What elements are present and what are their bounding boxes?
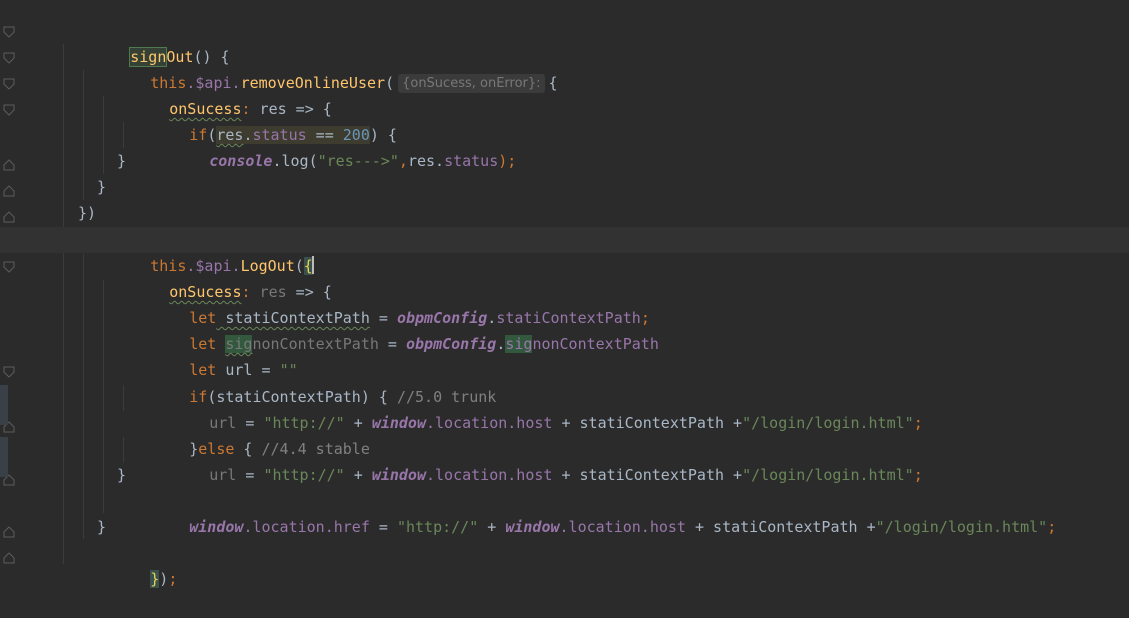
code-line[interactable]: signOut() {: [0, 18, 1129, 67]
token: ;: [168, 570, 178, 588]
code-line[interactable]: onSucess: res => {: [0, 70, 1129, 118]
code-line[interactable]: }else { //4.4 stable: [0, 410, 1129, 458]
code-line[interactable]: }: [0, 148, 1129, 174]
token: }: [117, 466, 127, 484]
code-line[interactable]: if(statiContextPath) { //5.0 trunk: [0, 358, 1129, 406]
code-line[interactable]: let statiContextPath = obpmConfig.statiC…: [0, 279, 1129, 327]
code-line[interactable]: this.$api.removeOnlineUser({onSucess, on…: [0, 44, 1129, 93]
code-line[interactable]: });: [0, 540, 1129, 588]
code-line[interactable]: }: [0, 462, 1129, 488]
token: }): [78, 204, 97, 222]
code-line[interactable]: console.log("res--->",res.status);: [0, 122, 1129, 170]
token: }: [117, 152, 127, 170]
matched-brace: }: [150, 570, 160, 588]
code-line[interactable]: onSucess: res => {: [0, 253, 1129, 301]
code-line[interactable]: if(res.status == 200) {: [0, 96, 1129, 144]
code-line[interactable]: window.location.href = "http://" + windo…: [0, 488, 1129, 536]
code-line[interactable]: url = "http://" + window.location.host +…: [0, 436, 1129, 484]
code-line[interactable]: let url = "": [0, 331, 1129, 379]
token: }: [97, 518, 107, 536]
code-line-current[interactable]: this.$api.LogOut({: [0, 227, 1129, 275]
code-line[interactable]: }: [0, 174, 1129, 200]
code-editor[interactable]: signOut() { this.$api.removeOnlineUser({…: [0, 0, 1129, 588]
code-line[interactable]: let signonContextPath = obpmConfig.signo…: [0, 305, 1129, 353]
code-line[interactable]: }: [0, 514, 1129, 540]
code-line[interactable]: }): [0, 200, 1129, 226]
token: }: [97, 178, 107, 196]
code-line[interactable]: url = "http://" + window.location.host +…: [0, 384, 1129, 432]
token: ): [159, 570, 169, 588]
